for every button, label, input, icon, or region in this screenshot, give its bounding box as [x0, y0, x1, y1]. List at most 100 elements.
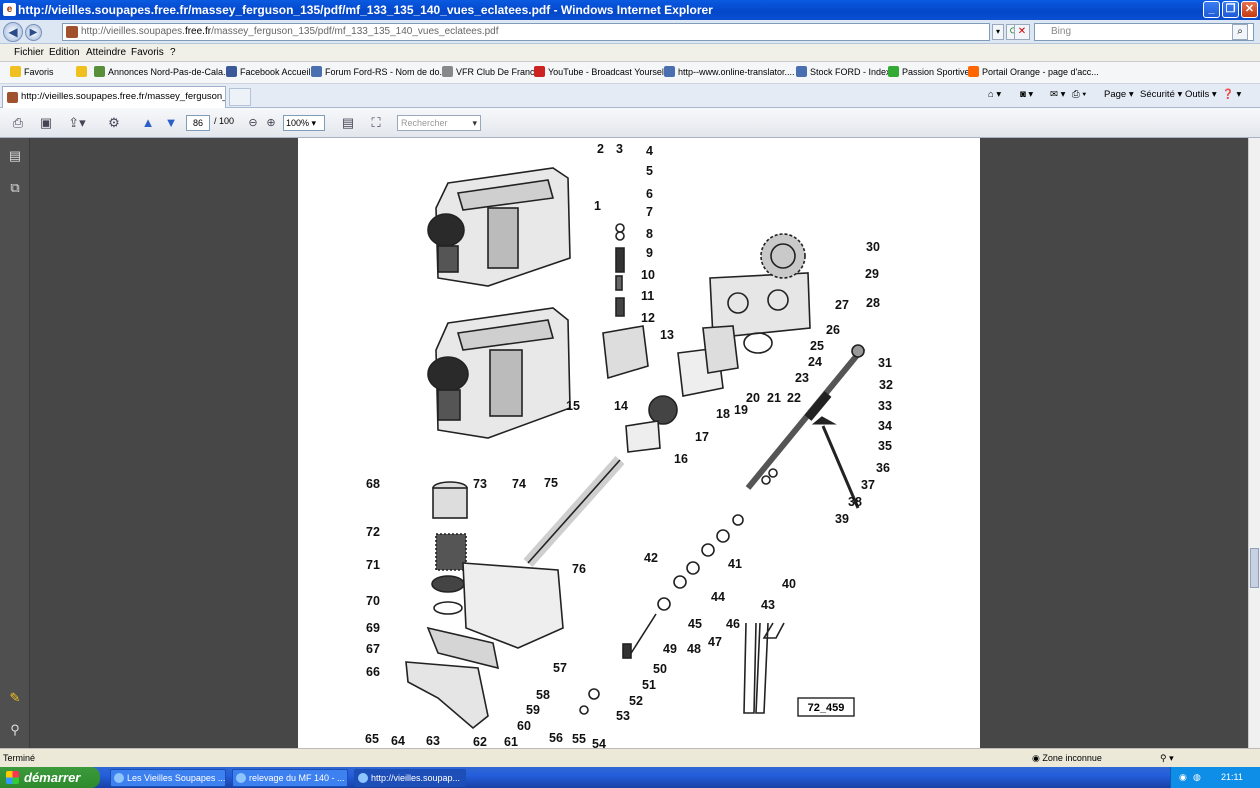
maximize-button[interactable]: ❐: [1222, 1, 1239, 18]
mail-button[interactable]: ✉ ▾: [1050, 89, 1065, 100]
system-tray: ◉ ◍ 21:11: [1170, 767, 1260, 788]
part-callout-31: 31: [878, 356, 892, 370]
comments-icon[interactable]: ✎: [7, 690, 23, 706]
fav-link-label: Stock FORD - Index: [810, 67, 891, 77]
globe-icon: ◉: [1032, 753, 1043, 763]
start-button[interactable]: démarrer: [0, 767, 100, 788]
tools-menu[interactable]: Outils ▾: [1185, 89, 1217, 100]
fav-link-passion[interactable]: Passion Sportive: [888, 66, 970, 77]
fav-link-youtube[interactable]: YouTube - Broadcast Yourself.: [534, 66, 669, 77]
fav-link-stock-ford[interactable]: Stock FORD - Index: [796, 66, 891, 77]
fit-width-button[interactable]: ▤: [338, 113, 358, 133]
security-menu[interactable]: Sécurité ▾: [1140, 89, 1182, 100]
part-callout-48: 48: [687, 642, 701, 656]
address-input[interactable]: http://vieilles.soupapes.free.fr/massey_…: [62, 23, 990, 41]
vertical-scrollbar[interactable]: [1248, 138, 1260, 748]
close-window-button[interactable]: ✕: [1241, 1, 1258, 18]
fav-link-label: Facebook Accueil: [240, 67, 311, 77]
pdf-tools-button[interactable]: ⚙: [104, 113, 124, 133]
forward-button[interactable]: ▶: [25, 24, 42, 41]
part-callout-54: 54: [592, 737, 606, 748]
fav-link-annonces[interactable]: Annonces Nord-Pas-de-Cala...: [94, 66, 231, 77]
spool-assembly-illustration: [745, 344, 866, 490]
pdf-print-button[interactable]: ⎙: [8, 113, 28, 133]
fav-link-translator[interactable]: http--www.online-translator....: [664, 66, 795, 77]
back-button[interactable]: ◀: [3, 22, 23, 42]
stop-button[interactable]: ✕: [1014, 24, 1030, 40]
valve-block-illustration: [602, 325, 649, 380]
forward-arrow-icon: ▶: [29, 27, 38, 38]
part-callout-13: 13: [660, 328, 674, 342]
part-callout-36: 36: [876, 461, 890, 475]
part-callout-7: 7: [646, 205, 653, 219]
zoom-out-button[interactable]: ⊖: [243, 113, 263, 133]
exploded-view-drawing: 72_459 12 3 456789101112131415161718 1920 21…: [365, 142, 893, 748]
site-favicon: [7, 92, 18, 103]
housing-lower-illustration: [427, 307, 571, 439]
favicon-icon: [796, 66, 807, 77]
part-callout-37: 37: [861, 478, 875, 492]
menu-edition[interactable]: Edition: [49, 47, 80, 58]
new-tab-button[interactable]: [229, 88, 251, 106]
zoom-in-button[interactable]: ⊕: [261, 113, 281, 133]
menu-favoris[interactable]: Favoris: [131, 47, 164, 58]
part-callout-68: 68: [366, 477, 380, 491]
address-dropdown-button[interactable]: ▾: [992, 24, 1004, 40]
page-number-input[interactable]: 86: [186, 115, 210, 131]
home-icon: ⌂ ▾: [988, 89, 1002, 100]
tray-icon[interactable]: ◍: [1193, 767, 1201, 788]
tab-active[interactable]: http://vieilles.soupapes.free.fr/massey_…: [2, 86, 226, 108]
fav-link-label: Forum Ford-RS - Nom de do...: [325, 67, 448, 77]
fav-link-forum-ford[interactable]: Forum Ford-RS - Nom de do...: [311, 66, 447, 77]
fav-link-vfr[interactable]: VFR Club De France: [442, 66, 540, 77]
pdf-toolbar: ⎙ ▣ ⇪▾ ⚙ ▲ ▼ 86 / 100 ⊖ ⊕ 100% ▾ ▤ ⛶ Rec…: [0, 108, 1260, 138]
help-menu[interactable]: ❓ ▾: [1222, 89, 1241, 100]
part-callout-34: 34: [878, 419, 892, 433]
print-button[interactable]: ⎙ ▾: [1072, 89, 1086, 100]
part-callout-44: 44: [711, 590, 725, 604]
bookmarks-panel-icon[interactable]: ⧉: [7, 180, 23, 196]
menu-fichier[interactable]: Fichier: [14, 47, 44, 58]
fav-link-facebook[interactable]: Facebook Accueil: [226, 66, 311, 77]
menu-bar: Fichier Edition Atteindre Favoris ?: [0, 44, 1260, 62]
part-callout-5: 5: [646, 164, 653, 178]
menu-atteindre[interactable]: Atteindre: [86, 47, 126, 58]
taskbar-item-relevage[interactable]: relevage du MF 140 - ...: [232, 769, 348, 787]
feeds-button[interactable]: ◙ ▾: [1020, 89, 1033, 100]
fit-width-icon: ▤: [341, 115, 355, 130]
favorites-button[interactable]: Favoris: [10, 66, 54, 77]
add-favorite-button[interactable]: [76, 66, 90, 77]
zoom-select[interactable]: 100% ▾: [283, 115, 325, 131]
pdf-side-panel: ▤ ⧉ ✎ ⚲: [0, 138, 30, 748]
prev-page-button[interactable]: ▲: [138, 113, 158, 133]
fit-page-button[interactable]: ⛶: [366, 113, 386, 133]
favicon-icon: [94, 66, 105, 77]
zoom-out-icon: ⊖: [248, 117, 258, 129]
attachments-icon[interactable]: ⚲: [7, 722, 23, 738]
part-callout-38: 38: [848, 495, 862, 509]
minimize-button[interactable]: _: [1203, 1, 1220, 18]
part-callout-24: 24: [808, 355, 822, 369]
part-callout-3: 3: [616, 142, 623, 156]
taskbar-item-soupapes[interactable]: Les Vieilles Soupapes ...: [110, 769, 226, 787]
part-callout-65: 65: [365, 732, 379, 746]
menu-help[interactable]: ?: [170, 47, 176, 58]
taskbar-item-pdf[interactable]: http://vieilles.soupap...: [354, 769, 466, 787]
search-button[interactable]: ⌕: [1232, 24, 1248, 40]
fav-link-orange[interactable]: Portail Orange - page d'acc...: [968, 66, 1099, 77]
zoom-status-button[interactable]: ⚲ ▾: [1160, 749, 1174, 767]
scrollbar-thumb[interactable]: [1250, 548, 1259, 588]
page-menu[interactable]: Page ▾: [1104, 89, 1134, 100]
favicon-icon: [888, 66, 899, 77]
part-callout-57: 57: [553, 661, 567, 675]
next-page-button[interactable]: ▼: [161, 113, 181, 133]
tray-icon[interactable]: ◉: [1179, 767, 1187, 788]
search-input[interactable]: Bing: [1034, 23, 1254, 41]
pdf-save-button[interactable]: ▣: [36, 113, 56, 133]
pages-panel-icon[interactable]: ▤: [7, 148, 23, 164]
pdf-share-button[interactable]: ⇪▾: [64, 113, 90, 133]
part-callout-72: 72: [366, 525, 380, 539]
part-callout-56: 56: [549, 731, 563, 745]
home-button[interactable]: ⌂ ▾: [988, 89, 1001, 100]
find-input[interactable]: Rechercher ▾: [397, 115, 481, 131]
